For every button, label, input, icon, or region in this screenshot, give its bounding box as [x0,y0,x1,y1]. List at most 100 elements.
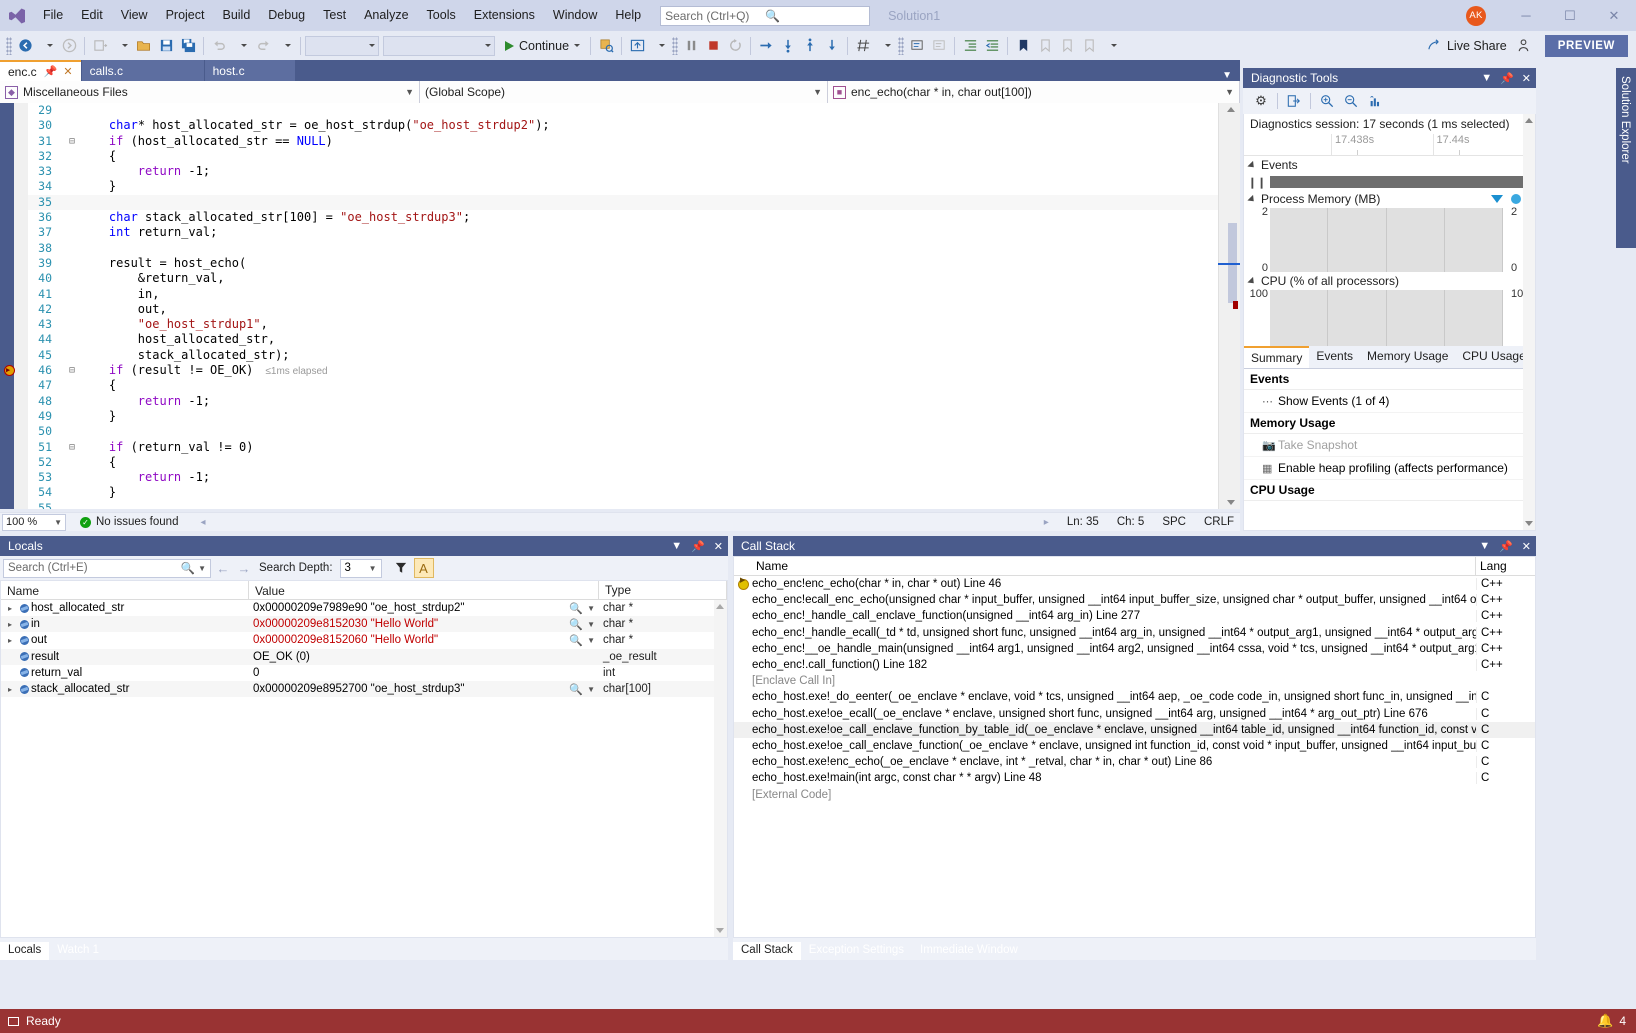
expand-chevron-icon[interactable]: ▸ [3,620,17,629]
scroll-up-icon[interactable] [716,604,724,609]
scroll-up-icon[interactable] [1227,107,1235,112]
preview-button[interactable]: PREVIEW [1545,35,1628,57]
close-icon[interactable]: ✕ [63,65,72,78]
code-line[interactable]: 50 [28,424,1218,439]
hot-reload-dropdown-icon[interactable] [648,35,670,57]
tab-watch-1[interactable]: Watch 1 [49,942,107,960]
document-tab-enc-c[interactable]: enc.c 📌 ✕ [0,60,81,81]
menu-item-window[interactable]: Window [544,0,606,31]
break-all-icon[interactable] [680,35,702,57]
scroll-down-icon[interactable] [1227,500,1235,505]
text-visualizer-icon[interactable]: 🔍▼ [569,618,599,631]
table-row[interactable]: ▸stack_allocated_str0x00000209e8952700 "… [1,681,727,697]
menu-item-debug[interactable]: Debug [259,0,314,31]
show-next-statement-icon[interactable] [821,35,843,57]
toolbar-overflow-icon[interactable] [1100,35,1122,57]
save-icon[interactable] [155,35,177,57]
locals-scrollbar[interactable] [714,600,727,937]
step-over-icon[interactable] [755,35,777,57]
expand-chevron-icon[interactable]: ▸ [3,636,17,645]
code-lines[interactable]: 2930 char* host_allocated_str = oe_host_… [28,103,1218,509]
code-line[interactable]: 38 [28,241,1218,256]
next-issue-icon[interactable]: ▸ [1044,517,1049,528]
menu-item-help[interactable]: Help [606,0,650,31]
code-line[interactable]: 40 &return_val, [28,271,1218,286]
issues-status[interactable]: ✓ No issues found [80,516,178,528]
undo-icon[interactable] [208,35,230,57]
call-stack-row[interactable]: echo_enc!__oe_handle_main(unsigned __int… [734,641,1535,657]
solution-platform-combo[interactable] [383,36,495,56]
column-header-lang[interactable]: Lang [1476,557,1535,575]
redo-dropdown-icon[interactable] [274,35,296,57]
tab-events[interactable]: Events [1309,346,1360,368]
toolbar-grip-2[interactable] [672,37,678,55]
panel-menu-icon[interactable]: ▼ [671,540,682,552]
code-line[interactable]: 48 return -1; [28,394,1218,409]
call-stack-row[interactable]: echo_enc!enc_echo(char * in, char * out)… [734,576,1535,592]
code-line[interactable]: 30 char* host_allocated_str = oe_host_st… [28,118,1218,133]
search-next-icon[interactable]: → [235,561,253,576]
column-header-name[interactable]: Name [734,557,1476,575]
menu-item-edit[interactable]: Edit [72,0,112,31]
call-stack-grid[interactable]: Name Lang echo_enc!enc_echo(char * in, c… [733,556,1536,938]
tab-call-stack[interactable]: Call Stack [733,942,801,960]
fold-toggle-icon[interactable]: ⊟ [64,363,80,378]
diagnostic-tools-scrollbar[interactable] [1523,114,1535,530]
text-visualizer-icon[interactable]: 🔍▼ [569,602,599,615]
clear-bookmarks-icon[interactable] [1078,35,1100,57]
navigate-forward-icon[interactable] [58,35,80,57]
fold-toggle-icon[interactable]: ⊟ [64,134,80,149]
restart-icon[interactable] [724,35,746,57]
navigate-back-dropdown-icon[interactable] [36,35,58,57]
table-row[interactable]: ▸in0x00000209e8152030 "Hello World"🔍▼cha… [1,616,727,632]
editor-indicator-margin[interactable] [0,103,14,509]
avatar[interactable]: AK [1466,6,1486,26]
text-visualizer-icon[interactable]: 🔍▼ [569,683,599,696]
menu-item-analyze[interactable]: Analyze [355,0,417,31]
close-icon[interactable]: ✕ [1522,540,1531,553]
code-line[interactable]: 41 in, [28,287,1218,302]
process-memory-section-header[interactable]: Process Memory (MB) [1244,190,1535,208]
code-line[interactable]: 36 char stack_allocated_str[100] = "oe_h… [28,210,1218,225]
pin-icon[interactable]: 📌 [1500,72,1514,85]
show-events-link[interactable]: ⋯ Show Events (1 of 4) [1244,390,1535,413]
expand-chevron-icon[interactable]: ▸ [3,685,17,694]
code-line[interactable]: 44 host_allocated_str, [28,332,1218,347]
hash-dropdown-icon[interactable] [874,35,896,57]
next-bookmark-icon[interactable] [1056,35,1078,57]
code-line[interactable]: 43 "oe_host_strdup1", [28,317,1218,332]
editor-vertical-scrollbar[interactable] [1218,103,1240,509]
scroll-down-icon[interactable] [1525,521,1533,526]
table-row[interactable]: ▸host_allocated_str0x00000209e7989e90 "o… [1,600,727,616]
code-line[interactable]: 53 return -1; [28,470,1218,485]
export-icon[interactable] [1282,90,1306,112]
tab-list-dropdown-icon[interactable]: ▼ [1222,70,1240,81]
panel-menu-icon[interactable]: ▼ [1481,72,1492,84]
prev-issue-icon[interactable]: ◂ [200,517,205,528]
table-row[interactable]: resultOE_OK (0)_oe_result [1,649,727,665]
expand-chevron-icon[interactable]: ▸ [3,604,17,613]
column-header-name[interactable]: Name [1,581,249,599]
continue-button[interactable]: Continue [499,35,586,57]
send-feedback-icon[interactable] [1513,35,1535,57]
call-stack-row[interactable]: echo_host.exe!_do_eenter(_oe_enclave * e… [734,689,1535,705]
fold-toggle-icon[interactable]: ⊟ [64,440,80,455]
previous-bookmark-icon[interactable] [1034,35,1056,57]
breakpoint-current-statement-icon[interactable] [4,365,15,376]
code-line[interactable]: 29 [28,103,1218,118]
scroll-up-icon[interactable] [1525,118,1533,123]
pin-icon[interactable]: 📌 [1499,540,1513,553]
menu-item-tools[interactable]: Tools [418,0,465,31]
variable-value[interactable]: OE_OK (0) [253,651,310,663]
code-line[interactable]: 52 { [28,455,1218,470]
call-stack-row[interactable]: [Enclave Call In] [734,673,1535,689]
tab-locals[interactable]: Locals [0,942,49,960]
column-header-type[interactable]: Type [599,581,727,599]
table-row[interactable]: ▸out0x00000209e8152060 "Hello World"🔍▼ch… [1,632,727,648]
call-stack-row[interactable]: echo_host.exe!enc_echo(_oe_enclave * enc… [734,754,1535,770]
tab-memory-usage[interactable]: Memory Usage [1360,346,1455,368]
zoom-in-icon[interactable] [1315,90,1339,112]
code-line[interactable]: 39 result = host_echo( [28,256,1218,271]
pin-icon[interactable]: 📌 [44,65,58,78]
table-row[interactable]: return_val0int [1,665,727,681]
